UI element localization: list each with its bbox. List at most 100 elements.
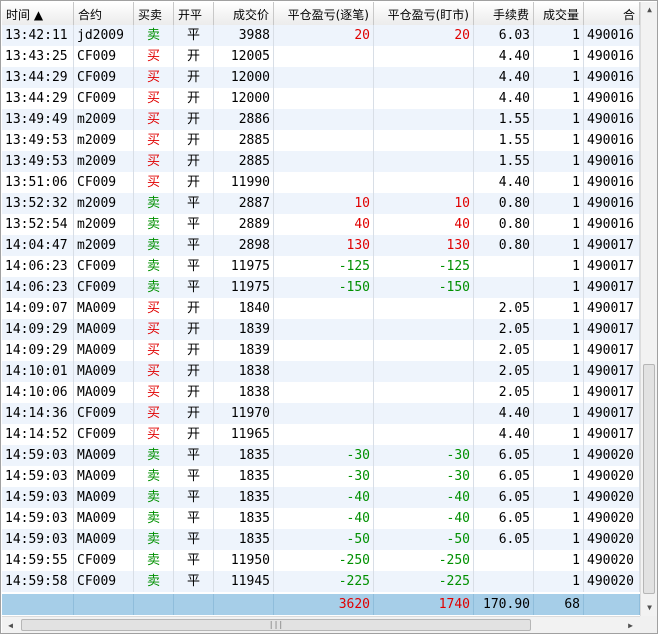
header-contract-label: 合约 — [78, 8, 103, 22]
table-row[interactable]: 13:42:11 jd2009 卖平 3988 20 20 6.03 1 490016 — [2, 25, 640, 46]
cell-fee: 2.05 — [474, 361, 534, 382]
vertical-scrollbar[interactable]: ▲ ▼ — [640, 2, 657, 616]
table-row[interactable]: 14:59:03 MA009 卖平 1835 -30 -30 6.05 1 490020 — [2, 466, 640, 487]
table-row[interactable]: 13:49:49 m2009 买开 2886 1.55 1 490016 — [2, 109, 640, 130]
table-row[interactable]: 13:49:53 m2009 买开 2885 1.55 1 490016 — [2, 151, 640, 172]
cell-fee: 4.40 — [474, 46, 534, 67]
cell-contract: m2009 — [74, 130, 134, 151]
cell-direction: 卖 — [134, 508, 174, 529]
cell-direction: 买 — [134, 382, 174, 403]
cell-fee: 2.05 — [474, 298, 534, 319]
cell-contract: jd2009 — [74, 25, 134, 46]
scroll-up-arrow-icon[interactable]: ▲ — [641, 2, 657, 18]
table-row[interactable]: 14:59:03 MA009 卖平 1835 -40 -40 6.05 1 490020 — [2, 508, 640, 529]
cell-id: 490016 — [584, 88, 640, 109]
cell-offset: 开 — [174, 46, 214, 67]
cell-direction: 卖 — [134, 550, 174, 571]
cell-id: 490017 — [584, 403, 640, 424]
cell-fee: 6.05 — [474, 529, 534, 550]
cell-direction: 卖 — [134, 487, 174, 508]
scroll-down-arrow-icon[interactable]: ▼ — [641, 600, 657, 616]
cell-offset: 平 — [174, 487, 214, 508]
cell-pnl-trade — [274, 46, 374, 67]
scroll-right-arrow-icon[interactable]: ▶ — [622, 617, 639, 633]
table-row[interactable]: 14:04:47 m2009 卖平 2898 130 130 0.80 1 490017 — [2, 235, 640, 256]
cell-contract: CF009 — [74, 403, 134, 424]
horizontal-scroll-thumb[interactable]: ||| — [21, 619, 531, 631]
cell-offset: 平 — [174, 277, 214, 298]
cell-pnl-mtm: -50 — [374, 529, 474, 550]
cell-fee — [474, 571, 534, 592]
cell-offset: 平 — [174, 25, 214, 46]
total-direction-cell — [134, 594, 174, 615]
cell-qty: 1 — [534, 508, 584, 529]
cell-qty: 1 — [534, 571, 584, 592]
table-row[interactable]: 14:59:03 MA009 卖平 1835 -50 -50 6.05 1 490020 — [2, 529, 640, 550]
cell-fee: 1.55 — [474, 130, 534, 151]
table-row[interactable]: 14:09:29 MA009 买开 1839 2.05 1 490017 — [2, 319, 640, 340]
cell-qty: 1 — [534, 319, 584, 340]
cell-qty: 1 — [534, 550, 584, 571]
cell-contract: MA009 — [74, 445, 134, 466]
header-pnl-mtm-label: 平仓盈亏(盯市) — [387, 8, 469, 22]
cell-id: 490016 — [584, 109, 640, 130]
cell-price: 11975 — [214, 256, 274, 277]
table-row[interactable]: 14:06:23 CF009 卖平 11975 -125 -125 1 490017 — [2, 256, 640, 277]
cell-offset: 开 — [174, 340, 214, 361]
table-row[interactable]: 14:59:03 MA009 卖平 1835 -30 -30 6.05 1 490020 — [2, 445, 640, 466]
cell-direction: 卖 — [134, 466, 174, 487]
table-row[interactable]: 14:14:36 CF009 买开 11970 4.40 1 490017 — [2, 403, 640, 424]
table-row[interactable]: 13:49:53 m2009 买开 2885 1.55 1 490016 — [2, 130, 640, 151]
table-row[interactable]: 13:44:29 CF009 买开 12000 4.40 1 490016 — [2, 88, 640, 109]
table-row[interactable]: 14:09:07 MA009 买开 1840 2.05 1 490017 — [2, 298, 640, 319]
cell-qty: 1 — [534, 151, 584, 172]
cell-qty: 1 — [534, 235, 584, 256]
cell-direction: 买 — [134, 46, 174, 67]
cell-time: 13:51:06 — [2, 172, 74, 193]
cell-pnl-trade — [274, 151, 374, 172]
total-contract-cell — [74, 594, 134, 615]
cell-pnl-mtm — [374, 172, 474, 193]
cell-direction: 卖 — [134, 214, 174, 235]
cell-time: 13:49:49 — [2, 109, 74, 130]
cell-price: 11945 — [214, 571, 274, 592]
cell-price: 11970 — [214, 403, 274, 424]
vertical-scroll-thumb[interactable] — [643, 364, 655, 594]
table-row[interactable]: 14:59:58 CF009 卖平 11945 -225 -225 1 490020 — [2, 571, 640, 592]
horizontal-scrollbar[interactable]: ◀ ||| ▶ — [2, 616, 640, 633]
cell-time: 14:59:03 — [2, 487, 74, 508]
cell-time: 14:09:29 — [2, 319, 74, 340]
total-pnl-trade: 3620 — [274, 594, 374, 615]
table-row[interactable]: 13:52:54 m2009 卖平 2889 40 40 0.80 1 490016 — [2, 214, 640, 235]
table-row[interactable]: 14:09:29 MA009 买开 1839 2.05 1 490017 — [2, 340, 640, 361]
table-row[interactable]: 14:14:52 CF009 买开 11965 4.40 1 490017 — [2, 424, 640, 445]
table-row[interactable]: 14:10:06 MA009 买开 1838 2.05 1 490017 — [2, 382, 640, 403]
cell-time: 13:43:25 — [2, 46, 74, 67]
scroll-left-arrow-icon[interactable]: ◀ — [2, 617, 19, 633]
header-pnl-trade-label: 平仓盈亏(逐笔) — [287, 8, 369, 22]
cell-qty: 1 — [534, 424, 584, 445]
cell-qty: 1 — [534, 88, 584, 109]
cell-fee: 4.40 — [474, 67, 534, 88]
cell-contract: CF009 — [74, 46, 134, 67]
cell-contract: m2009 — [74, 151, 134, 172]
cell-fee: 4.40 — [474, 424, 534, 445]
header-fee-label: 手续费 — [492, 8, 529, 22]
table-row[interactable]: 14:10:01 MA009 买开 1838 2.05 1 490017 — [2, 361, 640, 382]
cell-pnl-trade: -40 — [274, 487, 374, 508]
cell-qty: 1 — [534, 193, 584, 214]
table-row[interactable]: 13:43:25 CF009 买开 12005 4.40 1 490016 — [2, 46, 640, 67]
table-row[interactable]: 13:52:32 m2009 卖平 2887 10 10 0.80 1 490016 — [2, 193, 640, 214]
cell-time: 14:04:47 — [2, 235, 74, 256]
table-row[interactable]: 14:59:03 MA009 卖平 1835 -40 -40 6.05 1 490020 — [2, 487, 640, 508]
table-row[interactable]: 14:06:23 CF009 卖平 11975 -150 -150 1 490017 — [2, 277, 640, 298]
table-row[interactable]: 13:44:29 CF009 买开 12000 4.40 1 490016 — [2, 67, 640, 88]
cell-id: 490016 — [584, 151, 640, 172]
cell-price: 2898 — [214, 235, 274, 256]
table-row[interactable]: 13:51:06 CF009 买开 11990 4.40 1 490016 — [2, 172, 640, 193]
cell-fee: 2.05 — [474, 382, 534, 403]
cell-fee: 6.05 — [474, 487, 534, 508]
table-row[interactable]: 14:59:55 CF009 卖平 11950 -250 -250 1 490020 — [2, 550, 640, 571]
cell-direction: 买 — [134, 151, 174, 172]
cell-offset: 平 — [174, 508, 214, 529]
